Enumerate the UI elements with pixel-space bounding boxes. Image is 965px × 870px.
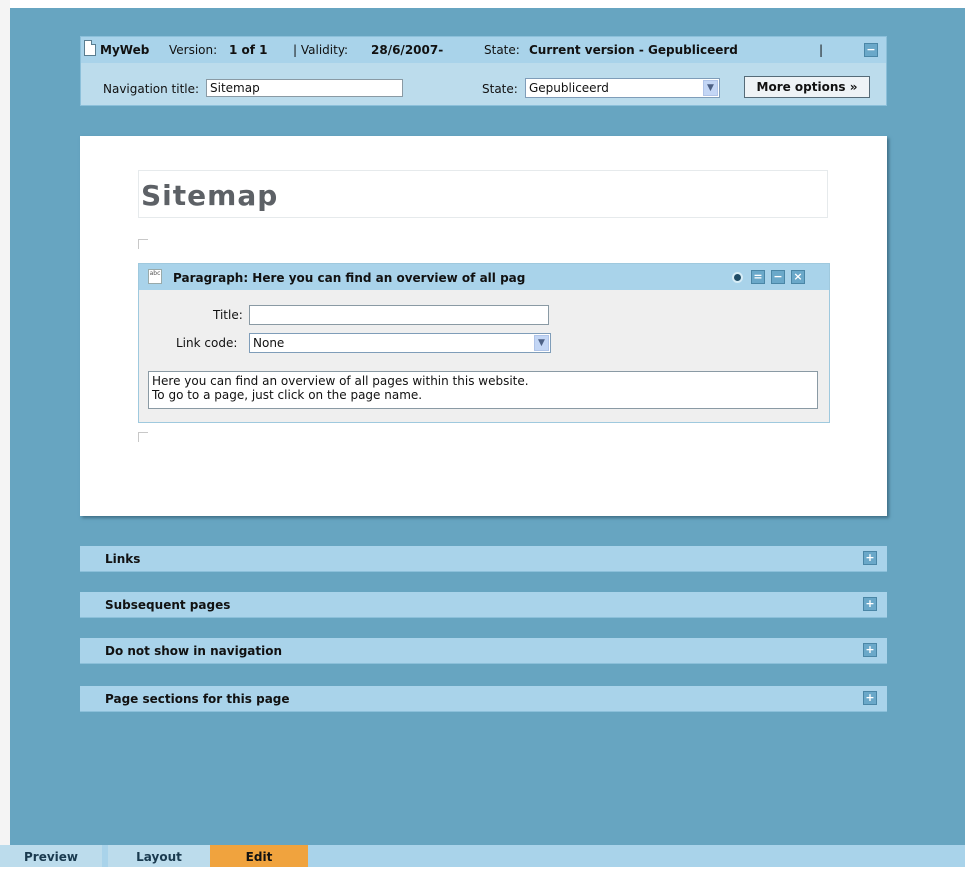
section-label: Subsequent pages [105,598,231,612]
version-value: 1 of 1 [229,43,268,57]
section-subsequent-pages[interactable]: Subsequent pages + [80,592,887,618]
section-label: Do not show in navigation [105,644,283,658]
version-label: Version: [169,43,218,57]
header-info-bar: MyWeb Version: 1 of 1 | Validity: 28/6/2… [81,37,886,63]
section-label: Links [105,552,141,566]
insert-marker-top[interactable] [138,239,148,249]
paragraph-collapse-button[interactable]: − [771,270,785,284]
section-hidden-navigation[interactable]: Do not show in navigation + [80,638,887,664]
minus-icon: − [773,270,783,283]
section-links[interactable]: Links + [80,546,887,572]
equals-icon: = [753,270,763,283]
paragraph-title: Paragraph: Here you can find an overview… [173,271,526,285]
paragraph-title-input[interactable] [249,305,549,325]
chevron-down-icon: ▼ [703,80,718,96]
title-field-label: Title: [213,308,243,322]
expand-icon[interactable]: + [863,597,877,611]
insert-marker-bottom[interactable] [138,432,148,442]
chevron-down-icon: ▼ [534,335,549,351]
state-select-value: Gepubliceerd [529,81,609,95]
state-value: Current version - Gepubliceerd [529,43,738,57]
left-margin [0,0,10,845]
section-label: Page sections for this page [105,692,290,706]
navigation-title-label: Navigation title: [103,82,200,96]
text-paragraph-icon: abc [148,269,162,284]
link-code-label: Link code: [176,336,238,350]
minus-icon: − [866,43,876,56]
view-tab-bar: Preview Layout Edit [0,845,965,867]
close-icon: × [793,270,803,283]
paragraph-block: abc Paragraph: Here you can find an over… [138,263,830,423]
paragraph-delete-button[interactable]: × [791,270,805,284]
link-code-select[interactable]: None ▼ [249,333,551,353]
state-select-label: State: [482,82,518,96]
page-title-box[interactable]: Sitemap [138,170,828,218]
state-select[interactable]: Gepubliceerd ▼ [525,78,720,98]
paragraph-header: abc Paragraph: Here you can find an over… [139,264,829,290]
section-page-sections[interactable]: Page sections for this page + [80,686,887,712]
tab-edit[interactable]: Edit [210,845,308,867]
validity-label: | Validity: [293,43,349,57]
page-title: Sitemap [141,179,279,212]
tab-layout[interactable]: Layout [108,845,210,867]
link-code-value: None [253,336,285,350]
more-options-button[interactable]: More options » [744,76,870,98]
navigation-title-input[interactable]: Sitemap [206,79,403,97]
header-separator: | [819,43,824,57]
validity-value: 28/6/2007- [371,43,444,57]
paragraph-body-textarea[interactable]: Here you can find an overview of all pag… [148,371,818,409]
paragraph-options-button[interactable]: = [751,270,765,284]
document-icon [84,40,96,56]
state-label: State: [484,43,520,57]
radio-toggle-icon[interactable] [732,272,743,283]
collapse-header-button[interactable]: − [864,43,878,57]
expand-icon[interactable]: + [863,643,877,657]
tab-preview[interactable]: Preview [0,845,102,867]
site-name: MyWeb [100,43,150,57]
expand-icon[interactable]: + [863,551,877,565]
page-content-card: Sitemap abc Paragraph: Here you can find… [80,136,887,516]
expand-icon[interactable]: + [863,691,877,705]
